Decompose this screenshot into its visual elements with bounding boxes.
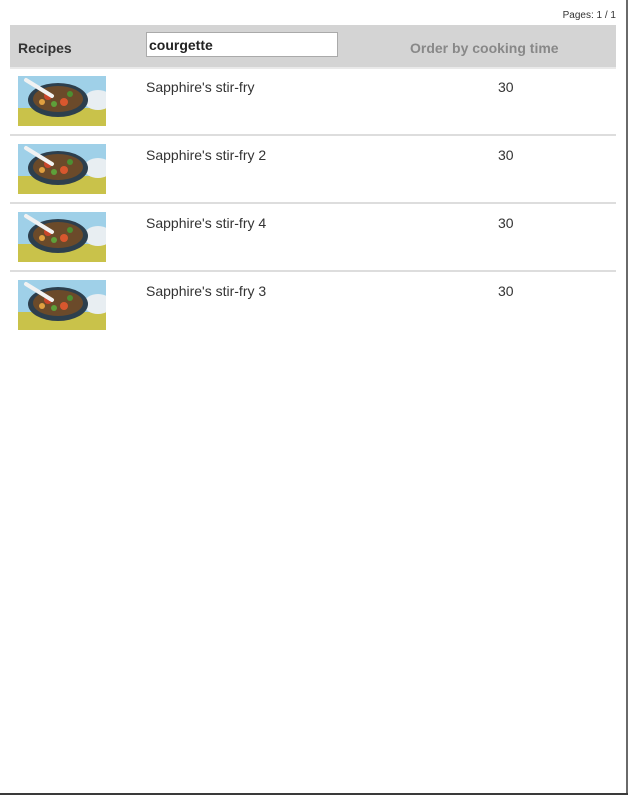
cooking-time: 30 (498, 283, 514, 299)
recipe-thumbnail (18, 144, 106, 194)
recipe-list: Sapphire's stir-fry 30 Sapphire's stir-f… (10, 68, 616, 338)
recipe-thumbnail (18, 76, 106, 126)
stir-fry-pan-photo (18, 212, 106, 262)
cooking-time: 30 (498, 147, 514, 163)
page-title: Recipes (18, 40, 72, 56)
list-item[interactable]: Sapphire's stir-fry 2 30 (10, 136, 616, 204)
list-item[interactable]: Sapphire's stir-fry 3 30 (10, 272, 616, 338)
recipe-list-page: Pages: 1 / 1 Recipes Order by cooking ti… (0, 0, 628, 795)
list-item[interactable]: Sapphire's stir-fry 4 30 (10, 204, 616, 272)
recipe-thumbnail (18, 212, 106, 262)
pagination-label: Pages: 1 / 1 (562, 10, 616, 21)
recipe-name[interactable]: Sapphire's stir-fry 2 (146, 147, 266, 163)
list-item[interactable]: Sapphire's stir-fry 30 (10, 68, 616, 136)
list-header: Recipes Order by cooking time (10, 25, 616, 69)
stir-fry-pan-photo (18, 280, 106, 330)
recipe-name[interactable]: Sapphire's stir-fry 4 (146, 215, 266, 231)
recipe-name[interactable]: Sapphire's stir-fry (146, 79, 254, 95)
recipe-name[interactable]: Sapphire's stir-fry 3 (146, 283, 266, 299)
cooking-time: 30 (498, 215, 514, 231)
stir-fry-pan-photo (18, 76, 106, 126)
stir-fry-pan-photo (18, 144, 106, 194)
search-input[interactable] (146, 32, 338, 57)
order-by-cooking-time-link[interactable]: Order by cooking time (410, 40, 559, 56)
cooking-time: 30 (498, 79, 514, 95)
recipe-thumbnail (18, 280, 106, 330)
